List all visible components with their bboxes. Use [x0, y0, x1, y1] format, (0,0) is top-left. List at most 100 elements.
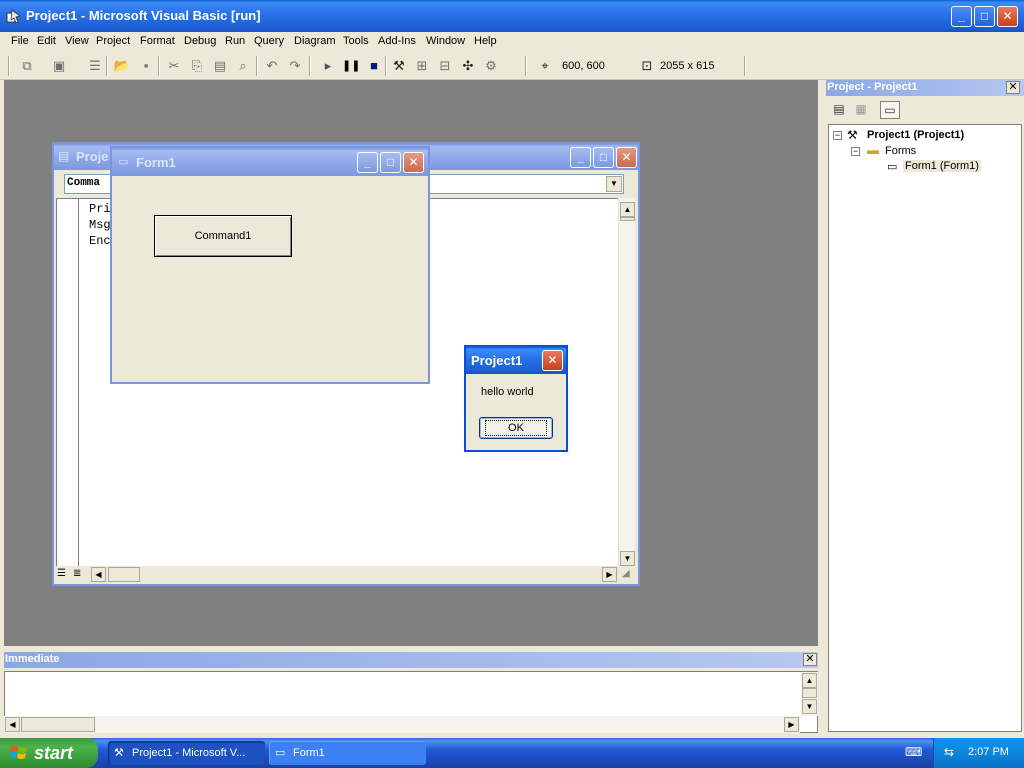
message-box-close-button[interactable]: ✕: [542, 350, 563, 371]
form-layout-icon[interactable]: ⊟: [436, 57, 454, 75]
immediate-close-button[interactable]: ✕: [803, 653, 817, 666]
scroll-thumb[interactable]: [802, 688, 817, 698]
menu-edit[interactable]: Edit: [37, 35, 56, 47]
procedure-view-icon[interactable]: ☰: [57, 568, 71, 582]
open-project-icon[interactable]: 📂: [113, 57, 131, 75]
start-button[interactable]: start: [0, 738, 98, 768]
form1-close-button[interactable]: ✕: [403, 152, 424, 173]
menu-debug[interactable]: Debug: [184, 35, 216, 47]
immediate-vertical-scrollbar[interactable]: ▲ ▼: [801, 672, 818, 716]
scroll-right-icon[interactable]: ▶: [784, 717, 799, 732]
scroll-up-icon[interactable]: ▲: [620, 202, 635, 217]
toolbox-icon[interactable]: ⚙: [482, 57, 500, 75]
immediate-title-bar[interactable]: Immediate: [4, 652, 818, 668]
code-maximize-button[interactable]: □: [593, 147, 614, 168]
close-icon: ✕: [1008, 81, 1018, 93]
scroll-thumb[interactable]: [620, 217, 635, 221]
immediate-horizontal-scrollbar[interactable]: ◀ ▶: [4, 716, 800, 733]
maximize-button[interactable]: □: [974, 6, 995, 27]
form1-minimize-button[interactable]: _: [357, 152, 378, 173]
tree-item-form1[interactable]: Form1 (Form1): [903, 160, 981, 172]
network-icon[interactable]: ⇆: [944, 745, 954, 759]
undo-icon[interactable]: ↶: [263, 57, 281, 75]
scroll-down-icon[interactable]: ▼: [802, 699, 817, 714]
form1-maximize-button[interactable]: □: [380, 152, 401, 173]
main-title-bar[interactable]: Project1 - Microsoft Visual Basic [run] …: [0, 0, 1024, 32]
tree-item-forms[interactable]: Forms: [885, 145, 916, 157]
end-icon[interactable]: ■: [365, 57, 383, 75]
chevron-down-icon[interactable]: ▼: [606, 176, 622, 192]
find-icon[interactable]: ⌕: [234, 57, 252, 75]
scroll-left-icon[interactable]: ◀: [5, 717, 20, 732]
taskbar: start ⚒ Project1 - Microsoft V... ▭ Form…: [0, 738, 1024, 768]
resize-grip-icon[interactable]: ◢: [622, 568, 630, 579]
menu-project[interactable]: Project: [96, 35, 130, 47]
menu-add-ins[interactable]: Add-Ins: [378, 35, 416, 47]
start-icon[interactable]: ▸: [319, 57, 337, 75]
object-combo-value: Comma: [67, 177, 101, 189]
minimize-button[interactable]: _: [951, 6, 972, 27]
taskbar-item-form1[interactable]: ▭ Form1: [269, 741, 426, 765]
menu-help[interactable]: Help: [474, 35, 497, 47]
message-box[interactable]: Project1 ✕ hello world OK: [464, 345, 568, 452]
position-readout: 600, 600: [562, 60, 605, 72]
full-module-view-icon[interactable]: ≣: [73, 568, 87, 582]
scroll-thumb[interactable]: [21, 717, 95, 732]
menu-query[interactable]: Query: [254, 35, 284, 47]
project-explorer-close-button[interactable]: ✕: [1006, 81, 1020, 94]
code-line: Msg: [89, 218, 111, 232]
project-tree[interactable]: − ⚒ Project1 (Project1) − ▬ Forms ▭ Form…: [828, 124, 1022, 732]
view-code-icon[interactable]: ▤: [829, 101, 849, 119]
visual-basic-icon: [6, 9, 21, 24]
scroll-down-icon[interactable]: ▼: [620, 551, 635, 566]
menu-file[interactable]: File: [11, 35, 29, 47]
project-explorer-title-bar[interactable]: Project - Project1 ✕: [826, 80, 1024, 96]
maximize-icon: □: [599, 150, 608, 164]
tree-item-project[interactable]: Project1 (Project1): [867, 129, 964, 141]
keyboard-icon[interactable]: ⌨: [905, 746, 922, 758]
taskbar-item-vb[interactable]: ⚒ Project1 - Microsoft V...: [108, 741, 265, 765]
menu-view[interactable]: View: [65, 35, 89, 47]
code-line: Pri: [89, 202, 111, 216]
scroll-up-icon[interactable]: ▲: [802, 673, 817, 688]
command1-button[interactable]: Command1: [154, 215, 292, 257]
menu-run[interactable]: Run: [225, 35, 245, 47]
code-vertical-scrollbar[interactable]: ▲ ▼: [618, 198, 635, 570]
cut-icon[interactable]: ✂: [165, 57, 183, 75]
add-form-icon[interactable]: ▣: [50, 57, 68, 75]
ok-button[interactable]: OK: [479, 417, 553, 439]
project-icon: ⚒: [847, 128, 858, 142]
size-readout: 2055 x 615: [660, 60, 715, 72]
collapse-icon[interactable]: −: [851, 147, 860, 156]
form1-title-bar[interactable]: ▭ Form1 _ □ ✕: [112, 148, 428, 176]
add-project-icon[interactable]: ⧉: [18, 57, 36, 75]
paste-icon[interactable]: ▤: [211, 57, 229, 75]
menu-window[interactable]: Window: [426, 35, 465, 47]
form1-window[interactable]: ▭ Form1 _ □ ✕ Command1: [110, 146, 430, 384]
splitter[interactable]: [818, 80, 826, 736]
code-minimize-button[interactable]: _: [570, 147, 591, 168]
break-icon[interactable]: ❚❚: [342, 57, 360, 75]
toggle-folders-icon[interactable]: ▭: [880, 101, 900, 119]
scroll-thumb[interactable]: [108, 567, 140, 582]
menu-editor-icon[interactable]: ☰: [86, 57, 104, 75]
view-object-icon[interactable]: ▦: [851, 101, 871, 119]
properties-window-icon[interactable]: ⊞: [413, 57, 431, 75]
project-explorer-icon[interactable]: ⚒: [390, 57, 408, 75]
code-horizontal-scrollbar[interactable]: ☰ ≣ ◀ ▶ ◢: [54, 566, 638, 584]
message-box-title: Project1: [471, 353, 523, 368]
scroll-left-icon[interactable]: ◀: [91, 567, 106, 582]
message-box-title-bar[interactable]: Project1 ✕: [466, 347, 566, 374]
clock[interactable]: 2:07 PM: [968, 746, 1009, 758]
menu-diagram[interactable]: Diagram: [294, 35, 336, 47]
redo-icon[interactable]: ↷: [286, 57, 304, 75]
copy-icon[interactable]: ⎘: [188, 57, 206, 75]
close-button[interactable]: ✕: [997, 6, 1018, 27]
object-browser-icon[interactable]: ✣: [459, 57, 477, 75]
collapse-icon[interactable]: −: [833, 131, 842, 140]
scroll-right-icon[interactable]: ▶: [602, 567, 617, 582]
save-project-icon[interactable]: ▪: [137, 57, 155, 75]
code-close-button[interactable]: ✕: [616, 147, 637, 168]
menu-format[interactable]: Format: [140, 35, 175, 47]
menu-tools[interactable]: Tools: [343, 35, 369, 47]
